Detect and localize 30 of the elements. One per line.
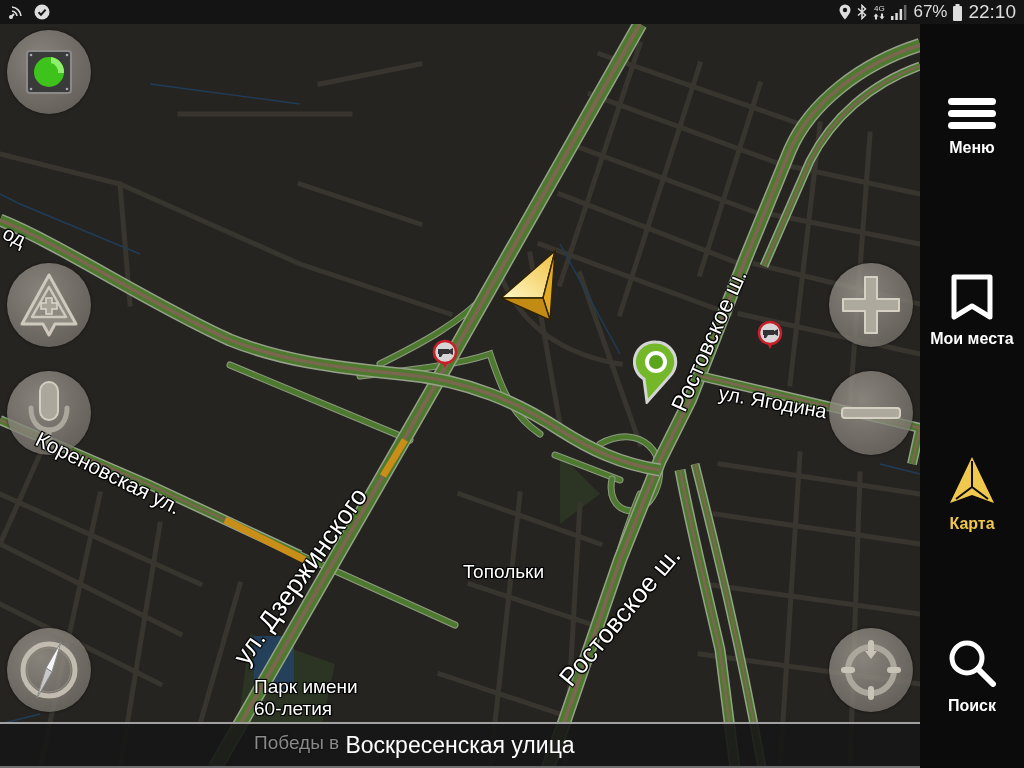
menu-icon	[948, 98, 996, 129]
data-arrows-icon	[873, 12, 886, 20]
speed-camera-icon	[432, 339, 458, 369]
battery-percentage: 67%	[913, 2, 948, 22]
signal-icon	[891, 4, 908, 20]
navigation-arrow-icon	[497, 248, 559, 322]
sidebar-tab[interactable]: Меню	[920, 98, 1024, 157]
battery-icon	[953, 3, 963, 21]
minus-icon	[840, 406, 902, 420]
wireless-icon	[8, 4, 24, 20]
speed-camera-icon	[757, 320, 783, 350]
plus-icon	[840, 274, 902, 336]
network-type-label: 4G	[874, 4, 885, 13]
current-street-name: Воскресенская улица	[345, 731, 575, 759]
place-label: Топольки	[463, 561, 545, 583]
park-label: Парк имени 60-летия	[254, 676, 358, 720]
search-icon	[948, 638, 996, 687]
location-pin-icon	[839, 4, 852, 20]
clock-time: 22:10	[968, 1, 1016, 23]
sidebar-tab[interactable]: Поиск	[920, 638, 1024, 715]
street-label: од	[0, 221, 30, 252]
traffic-light-icon	[25, 49, 73, 95]
sidebar-tab[interactable]: Карта	[920, 454, 1024, 533]
sidebar-tab[interactable]: Мои места	[920, 273, 1024, 348]
park-label-continuation: Победы в	[254, 732, 340, 754]
bookmark-icon	[950, 273, 994, 320]
check-circle-icon	[34, 4, 50, 20]
crosshair-icon	[839, 638, 903, 702]
warning-triangle-plus-icon	[19, 272, 79, 338]
bluetooth-icon	[857, 4, 868, 20]
